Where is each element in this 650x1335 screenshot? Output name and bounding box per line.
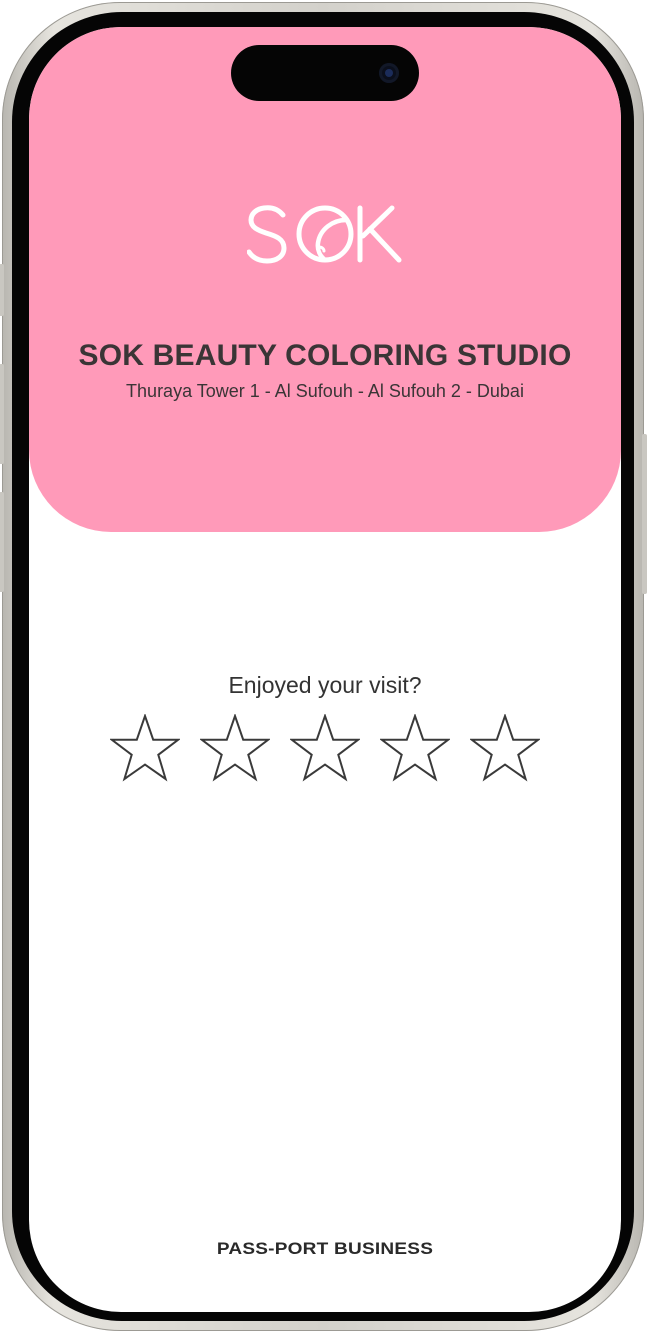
power-button bbox=[642, 434, 647, 594]
studio-address: Thuraya Tower 1 - Al Sufouh - Al Sufouh … bbox=[126, 381, 524, 401]
star-5-icon[interactable] bbox=[470, 714, 540, 784]
star-3-icon[interactable] bbox=[290, 714, 360, 784]
star-rating bbox=[110, 714, 540, 784]
star-1-icon[interactable] bbox=[110, 714, 180, 784]
business-header: SOK BEAUTY COLORING STUDIO Thuraya Tower… bbox=[29, 27, 621, 532]
rating-prompt: Enjoyed your visit? bbox=[228, 672, 422, 698]
app-screen: SOK BEAUTY COLORING STUDIO Thuraya Tower… bbox=[29, 27, 621, 1312]
front-camera-icon bbox=[379, 63, 399, 83]
dynamic-island bbox=[231, 45, 419, 101]
action-button bbox=[0, 264, 4, 316]
volume-up-button bbox=[0, 364, 4, 464]
star-4-icon[interactable] bbox=[380, 714, 450, 784]
star-2-icon[interactable] bbox=[200, 714, 270, 784]
sok-logo bbox=[246, 203, 403, 269]
volume-down-button bbox=[0, 492, 4, 592]
footer-brand: PASS-PORT BUSINESS bbox=[216, 1239, 434, 1258]
studio-name: SOK BEAUTY COLORING STUDIO bbox=[78, 339, 572, 372]
